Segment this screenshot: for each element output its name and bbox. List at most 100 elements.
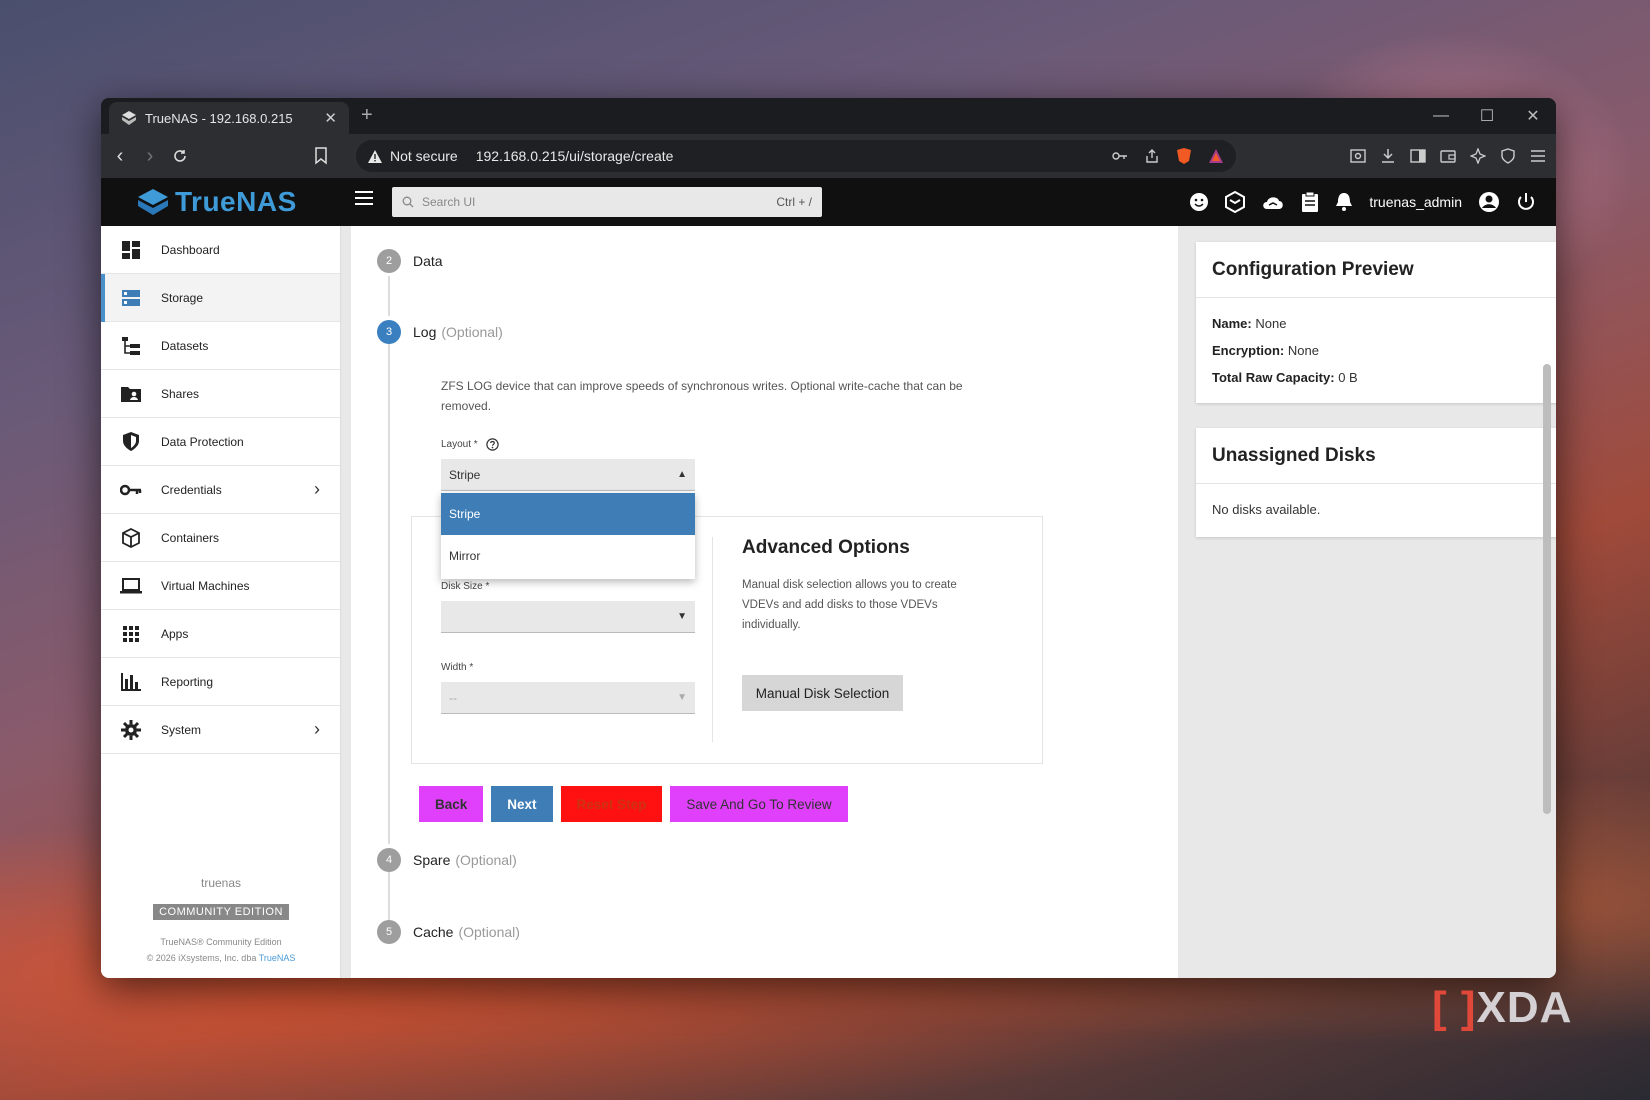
reset-step-button[interactable]: Reset Step <box>560 786 663 822</box>
truenas-connect-cloud-icon[interactable] <box>1261 193 1285 211</box>
bar-chart-icon <box>101 672 161 691</box>
layout-option-mirror[interactable]: Mirror <box>441 535 695 577</box>
preview-encryption-row: Encryption: None <box>1212 337 1556 364</box>
sidebar-footer: truenas COMMUNITY EDITION TrueNAS® Commu… <box>101 876 341 966</box>
truecommand-icon[interactable] <box>1225 191 1246 213</box>
caret-up-icon: ▲ <box>677 469 687 480</box>
url-text[interactable]: 192.168.0.215/ui/storage/create <box>476 148 674 164</box>
sidebar-item-virtual-machines[interactable]: Virtual Machines <box>101 562 340 610</box>
preview-capacity-label: Total Raw Capacity: <box>1212 370 1335 385</box>
step-spare[interactable]: 4 Spare (Optional) <box>377 848 517 872</box>
next-button[interactable]: Next <box>491 786 553 822</box>
bookmark-icon[interactable] <box>314 147 328 165</box>
preview-name-value: None <box>1255 316 1287 331</box>
xda-bracket-icon: [ ] <box>1432 983 1477 1032</box>
account-circle-icon[interactable] <box>1478 191 1500 213</box>
username-label[interactable]: truenas_admin <box>1369 194 1462 210</box>
help-circle-icon[interactable] <box>486 438 499 451</box>
new-tab-button[interactable]: + <box>361 104 373 127</box>
sidebar-item-storage[interactable]: Storage <box>101 274 340 322</box>
manual-disk-selection-button[interactable]: Manual Disk Selection <box>742 675 903 711</box>
step-connector <box>388 276 390 316</box>
minimize-button[interactable]: — <box>1418 98 1464 134</box>
sidebar-item-label: Shares <box>161 386 200 401</box>
forward-nav-icon[interactable]: › <box>135 145 165 168</box>
search-icon <box>402 196 414 208</box>
address-bar[interactable]: Not secure 192.168.0.215/ui/storage/crea… <box>356 140 1236 172</box>
layout-select-value: Stripe <box>449 467 481 482</box>
width-select[interactable]: -- ▼ <box>441 682 695 714</box>
sidebar-item-label: Credentials <box>161 482 222 497</box>
feedback-smiley-icon[interactable] <box>1189 192 1209 212</box>
back-button[interactable]: Back <box>419 786 484 822</box>
window-controls: — ☐ ✕ <box>1418 98 1556 134</box>
copyright-text: TrueNAS® Community Edition © 2026 iXsyst… <box>101 934 341 966</box>
maximize-button[interactable]: ☐ <box>1464 98 1510 134</box>
sidebar-item-label: Containers <box>161 530 220 545</box>
sidebar-item-reporting[interactable]: Reporting <box>101 658 340 706</box>
caret-down-icon: ▼ <box>677 611 687 622</box>
step-log[interactable]: 3 Log (Optional) <box>377 320 503 344</box>
search-shortcut: Ctrl + / <box>776 195 812 209</box>
layout-label-text: Layout * <box>441 439 478 450</box>
step-optional-label: (Optional) <box>458 924 520 940</box>
sidebar-item-containers[interactable]: Containers <box>101 514 340 562</box>
preview-capacity-row: Total Raw Capacity: 0 B <box>1212 364 1556 391</box>
sidebar-item-data-protection[interactable]: Data Protection <box>101 418 340 466</box>
truenas-logo[interactable]: TrueNAS <box>137 186 297 218</box>
wallet-icon[interactable] <box>1440 148 1456 164</box>
warning-icon <box>368 149 382 163</box>
share-icon[interactable] <box>1144 148 1160 164</box>
browser-menu-icon[interactable] <box>1530 149 1546 163</box>
sidebar-toggle-icon[interactable] <box>1410 148 1426 164</box>
sidebar-item-system[interactable]: System › <box>101 706 340 754</box>
notifications-bell-icon[interactable] <box>1335 192 1353 212</box>
sidebar-item-label: Storage <box>161 290 204 305</box>
tab-title: TrueNAS - 192.168.0.215 <box>145 110 293 126</box>
disk-size-select[interactable]: ▼ <box>441 601 695 633</box>
step-number: 5 <box>377 920 401 944</box>
layout-select[interactable]: Stripe ▲ <box>441 459 695 491</box>
truenas-link[interactable]: TrueNAS <box>259 953 296 963</box>
step-data[interactable]: 2 Data <box>377 249 443 273</box>
save-and-review-button[interactable]: Save And Go To Review <box>670 786 848 822</box>
sidebar-item-credentials[interactable]: Credentials › <box>101 466 340 514</box>
step-optional-label: (Optional) <box>441 324 503 340</box>
step-optional-label: (Optional) <box>455 852 517 868</box>
laptop-icon <box>101 577 161 594</box>
layout-option-stripe[interactable]: Stripe <box>441 493 695 535</box>
close-window-button[interactable]: ✕ <box>1510 98 1556 134</box>
jobs-clipboard-icon[interactable] <box>1301 191 1319 213</box>
sidebar-item-shares[interactable]: Shares <box>101 370 340 418</box>
brave-shield-icon[interactable] <box>1176 147 1192 165</box>
screenshot-icon[interactable] <box>1350 148 1366 164</box>
power-icon[interactable] <box>1516 192 1536 212</box>
step-number: 4 <box>377 848 401 872</box>
sidebar-item-datasets[interactable]: Datasets <box>101 322 340 370</box>
search-input[interactable]: Search UI Ctrl + / <box>392 187 822 217</box>
chevron-right-icon: › <box>314 719 320 739</box>
brave-rewards-icon[interactable] <box>1208 148 1224 164</box>
back-nav-icon[interactable]: ‹ <box>105 145 135 168</box>
shield-icon <box>101 431 161 452</box>
sidebar-item-dashboard[interactable]: Dashboard <box>101 226 340 274</box>
tab-close-icon[interactable]: ✕ <box>324 109 337 127</box>
layout-dropdown-menu: Stripe Mirror <box>441 493 695 579</box>
reload-icon[interactable] <box>165 148 195 164</box>
search-placeholder: Search UI <box>422 195 476 209</box>
sidebar-item-apps[interactable]: Apps <box>101 610 340 658</box>
vpn-shield-icon[interactable] <box>1500 148 1516 164</box>
leo-ai-icon[interactable] <box>1470 148 1486 164</box>
wizard-button-row: Back Next Reset Step Save And Go To Revi… <box>419 786 848 822</box>
step-cache[interactable]: 5 Cache (Optional) <box>377 920 520 944</box>
browser-tab[interactable]: TrueNAS - 192.168.0.215 ✕ <box>109 102 349 134</box>
preview-encryption-value: None <box>1287 343 1319 358</box>
truenas-favicon-icon <box>121 110 137 126</box>
hamburger-menu-icon[interactable] <box>354 190 374 206</box>
width-value: -- <box>449 690 457 705</box>
browser-window: TrueNAS - 192.168.0.215 ✕ + — ☐ ✕ ‹ › No… <box>101 98 1556 978</box>
scrollbar-thumb[interactable] <box>1543 364 1551 814</box>
download-icon[interactable] <box>1380 148 1396 164</box>
password-key-icon[interactable] <box>1112 151 1128 161</box>
log-description: ZFS LOG device that can improve speeds o… <box>441 379 963 413</box>
